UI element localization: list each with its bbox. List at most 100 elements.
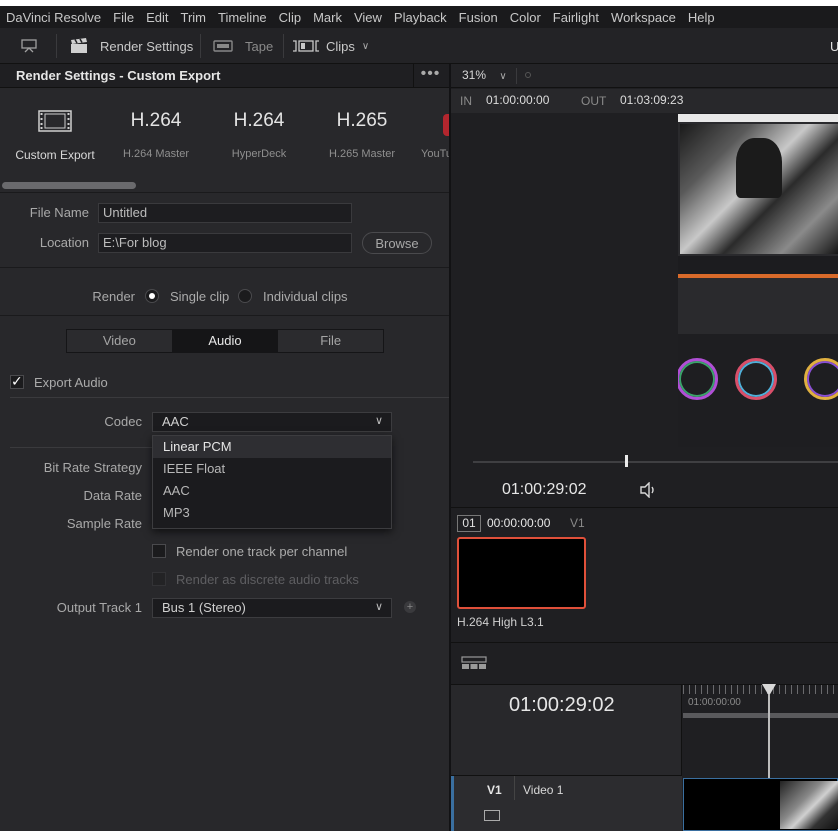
preset-label: Custom Export bbox=[15, 148, 95, 162]
divider bbox=[0, 192, 449, 193]
chevron-down-icon: ∨ bbox=[374, 601, 383, 613]
menu-bar: DaVinci Resolve File Edit Trim Timeline … bbox=[0, 6, 838, 28]
menu-clip[interactable]: Clip bbox=[273, 10, 307, 25]
out-timecode: 01:03:09:23 bbox=[620, 93, 684, 107]
tape-button[interactable]: Tape bbox=[213, 28, 273, 64]
codec-dropdown-menu: Linear PCM IEEE Float AAC MP3 bbox=[152, 435, 392, 529]
color-wheel-icon bbox=[804, 358, 838, 400]
preview-playhead-bar bbox=[678, 274, 838, 278]
location-input[interactable]: E:\For blog bbox=[98, 233, 352, 253]
bit-rate-strategy-label: Bit Rate Strategy bbox=[43, 460, 142, 475]
toolbar-divider bbox=[200, 34, 201, 58]
codec-option-linear-pcm[interactable]: Linear PCM bbox=[153, 436, 391, 458]
scrub-track[interactable] bbox=[473, 461, 838, 463]
track-name[interactable]: Video 1 bbox=[523, 783, 563, 797]
timeline-view-icon[interactable] bbox=[461, 656, 487, 673]
chevron-down-icon: ∨ bbox=[374, 415, 383, 427]
sample-rate-label: Sample Rate bbox=[66, 516, 142, 531]
export-audio-checkbox[interactable] bbox=[10, 373, 24, 390]
preset-youtube[interactable]: YouTu bbox=[418, 104, 449, 160]
clips-button[interactable]: Clips ∨ bbox=[292, 28, 369, 64]
clips-label: Clips bbox=[326, 38, 355, 54]
menu-color[interactable]: Color bbox=[504, 10, 547, 25]
divider bbox=[0, 315, 449, 316]
menu-view[interactable]: View bbox=[348, 10, 388, 25]
clips-icon bbox=[293, 40, 319, 52]
preset-h265-master[interactable]: H.265 H.265 Master bbox=[324, 104, 400, 160]
individual-clips-label: Individual clips bbox=[263, 289, 348, 304]
codec-option-mp3[interactable]: MP3 bbox=[153, 502, 391, 524]
toolbar: Render Settings Tape Clips ∨ U bbox=[0, 28, 838, 64]
menu-playback[interactable]: Playback bbox=[388, 10, 453, 25]
preview-transport bbox=[678, 256, 838, 274]
menu-workspace[interactable]: Workspace bbox=[605, 10, 682, 25]
single-clip-radio[interactable] bbox=[145, 289, 159, 303]
divider bbox=[10, 447, 152, 448]
filmstrip-icon[interactable] bbox=[484, 810, 500, 821]
file-name-input[interactable]: Untitled bbox=[98, 203, 352, 223]
menu-timeline[interactable]: Timeline bbox=[212, 10, 273, 25]
menu-file[interactable]: File bbox=[107, 10, 140, 25]
codec-option-ieee-float[interactable]: IEEE Float bbox=[153, 458, 391, 480]
clip-track: V1 bbox=[570, 516, 585, 530]
menu-app[interactable]: DaVinci Resolve bbox=[0, 10, 107, 25]
menu-fusion[interactable]: Fusion bbox=[453, 10, 504, 25]
preview-frame bbox=[678, 114, 838, 447]
timeline-clip[interactable] bbox=[683, 778, 838, 831]
individual-clips-radio[interactable] bbox=[238, 289, 252, 303]
clip-thumbnail[interactable] bbox=[457, 537, 586, 609]
scrub-handle[interactable] bbox=[625, 455, 628, 467]
more-options-icon[interactable]: ••• bbox=[413, 64, 447, 88]
track-divider bbox=[514, 776, 515, 800]
location-label: Location bbox=[39, 235, 89, 250]
volume-icon[interactable] bbox=[639, 481, 659, 501]
menu-trim[interactable]: Trim bbox=[175, 10, 213, 25]
codec-option-aac[interactable]: AAC bbox=[153, 480, 391, 502]
clip-name: H.264 High L3.1 bbox=[457, 615, 544, 629]
file-name-label: File Name bbox=[29, 205, 89, 220]
header-divider bbox=[516, 68, 517, 84]
render-settings-button[interactable]: Render Settings bbox=[70, 28, 193, 64]
in-timecode: 01:00:00:00 bbox=[486, 93, 550, 107]
data-rate-label: Data Rate bbox=[83, 488, 142, 503]
menu-fairlight[interactable]: Fairlight bbox=[547, 10, 605, 25]
presets-scrollbar[interactable] bbox=[2, 182, 136, 189]
zoom-value: 31% bbox=[462, 68, 487, 82]
tab-audio[interactable]: Audio bbox=[172, 330, 279, 352]
menu-edit[interactable]: Edit bbox=[140, 10, 174, 25]
add-track-icon[interactable]: + bbox=[404, 601, 416, 613]
preset-label: H.264 Master bbox=[122, 148, 190, 160]
ruler-track bbox=[683, 713, 838, 718]
zoom-select[interactable]: 31% ∨ bbox=[462, 68, 507, 82]
codec-value: AAC bbox=[162, 414, 189, 429]
tab-video[interactable]: Video bbox=[67, 330, 173, 352]
viewer-area: 31% ∨ IN 01:00:00:00 OUT 01:03:09:23 01:… bbox=[451, 64, 838, 831]
toolbar-overflow-label: U bbox=[830, 38, 838, 54]
output-track-value: Bus 1 (Stereo) bbox=[162, 600, 246, 615]
preset-hyperdeck[interactable]: H.264 HyperDeck bbox=[222, 104, 296, 160]
divider bbox=[0, 267, 449, 268]
filmstrip-icon bbox=[38, 110, 72, 132]
preview-menubar bbox=[678, 114, 838, 122]
output-track-select[interactable]: Bus 1 (Stereo) ∨ bbox=[152, 598, 392, 618]
media-pool-toggle[interactable] bbox=[20, 28, 38, 64]
in-label: IN bbox=[460, 94, 472, 108]
panel-title: Render Settings - Custom Export bbox=[16, 68, 221, 83]
render-label: Render bbox=[92, 289, 135, 304]
menu-help[interactable]: Help bbox=[682, 10, 721, 25]
codec-select[interactable]: AAC ∨ bbox=[152, 412, 392, 432]
preset-h264-master[interactable]: H.264 H.264 Master bbox=[118, 104, 194, 160]
timeline-timecode: 01:00:29:02 bbox=[509, 694, 615, 716]
preset-title: H.264 bbox=[130, 110, 182, 131]
chevron-down-icon: ∨ bbox=[361, 40, 370, 52]
render-one-track-checkbox[interactable] bbox=[152, 544, 166, 558]
tab-file[interactable]: File bbox=[278, 330, 383, 352]
clapperboard-icon bbox=[71, 38, 87, 53]
preset-custom-export[interactable]: Custom Export bbox=[14, 104, 96, 162]
render-settings-label: Render Settings bbox=[100, 38, 194, 54]
browse-button[interactable]: Browse bbox=[362, 232, 432, 254]
ruler-timecode: 01:00:00:00 bbox=[688, 697, 741, 708]
viewer-dot-icon bbox=[525, 72, 531, 78]
menu-mark[interactable]: Mark bbox=[307, 10, 348, 25]
output-track-label: Output Track 1 bbox=[56, 600, 142, 615]
